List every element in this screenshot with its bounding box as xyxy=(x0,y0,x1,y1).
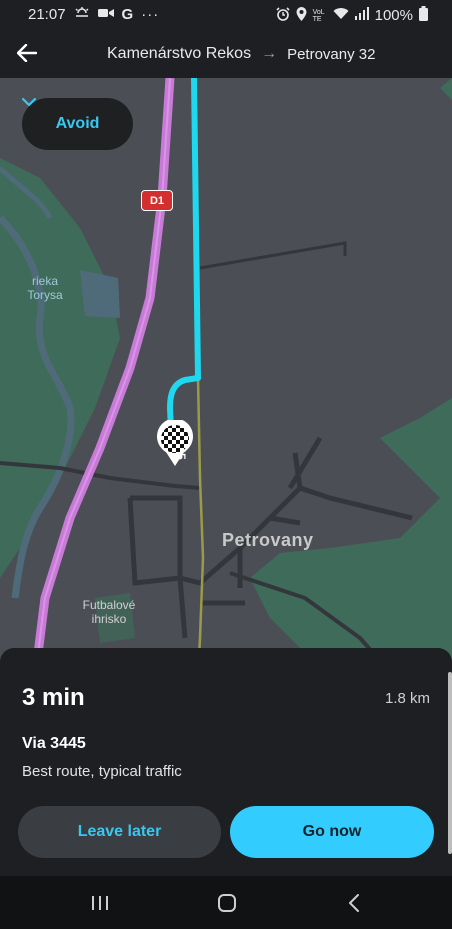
map-canvas xyxy=(0,78,452,678)
arrow-left-icon xyxy=(17,44,37,62)
eta-text: 3 min xyxy=(22,684,85,711)
location-icon xyxy=(296,6,307,25)
go-now-button[interactable]: Go now xyxy=(230,806,434,858)
recent-apps-icon xyxy=(92,896,108,910)
home-button[interactable] xyxy=(207,888,247,918)
route-title: Kamenárstvo Rekos → Petrovany 32 xyxy=(107,45,375,63)
route-line xyxy=(167,78,201,453)
battery-percent: 100% xyxy=(374,7,413,24)
destination-label: Petrovany 32 xyxy=(287,45,376,63)
wifi-icon xyxy=(333,7,349,24)
signal-icon xyxy=(354,7,369,24)
road-sign-d1: D1 xyxy=(141,190,173,211)
alarm-icon xyxy=(276,6,290,25)
avoid-button[interactable]: Avoid xyxy=(22,98,133,150)
avoid-label: Avoid xyxy=(55,115,100,132)
arrow-right-icon: → xyxy=(261,45,278,62)
forest-area-left xyxy=(0,158,120,578)
road-3445 xyxy=(196,377,205,678)
forest-area-top-right xyxy=(440,78,452,100)
chevron-left-icon xyxy=(349,894,359,912)
route-sheet: 3 min 1.8 km Via 3445 Best route, typica… xyxy=(0,648,452,876)
home-icon xyxy=(218,894,236,912)
leave-later-button[interactable]: Leave later xyxy=(18,806,221,858)
chevron-down-icon xyxy=(22,98,36,107)
label-futbalove-ihrisko: Futbalové ihrisko xyxy=(82,598,136,626)
system-nav-bar xyxy=(0,876,452,929)
distance-text: 1.8 km xyxy=(384,690,430,707)
weather-icon xyxy=(74,6,90,23)
google-icon: G xyxy=(121,5,134,23)
via-text: Via 3445 xyxy=(22,735,86,752)
route-description: Best route, typical traffic xyxy=(22,763,182,780)
status-bar: 21:07 G ··· VoLTE 100% xyxy=(0,0,452,30)
more-dots-icon: ··· xyxy=(141,5,160,23)
route-header: Kamenárstvo Rekos → Petrovany 32 xyxy=(0,30,452,78)
label-petrovany: Petrovany xyxy=(222,530,314,550)
water-pond xyxy=(80,270,120,318)
origin-label: Kamenárstvo Rekos xyxy=(107,45,252,62)
map-view[interactable]: Avoid D1 rieka Torysa Futbalové ihrisko … xyxy=(0,78,452,678)
road-east xyxy=(199,241,347,270)
scroll-indicator[interactable] xyxy=(448,672,452,854)
status-time: 21:07 xyxy=(28,6,66,23)
back-button[interactable] xyxy=(12,38,42,68)
volte-icon: VoLTE xyxy=(312,8,325,23)
back-nav-button[interactable] xyxy=(334,888,374,918)
label-rieka-torysa: rieka Torysa xyxy=(27,274,63,302)
recent-apps-button[interactable] xyxy=(80,888,120,918)
battery-icon xyxy=(419,6,428,25)
video-icon xyxy=(97,7,114,23)
